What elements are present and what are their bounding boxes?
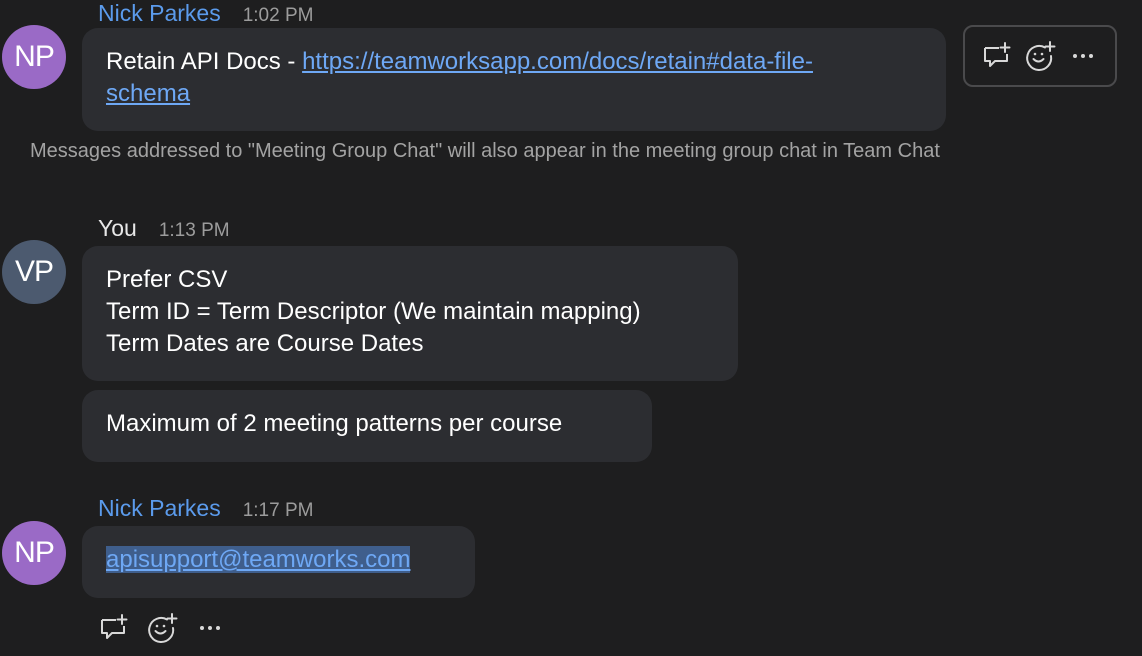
message-line: Term Dates are Course Dates (106, 330, 424, 357)
timestamp: 1:17 PM (242, 500, 314, 521)
message-header: Nick Parkes 1:17 PM (98, 495, 313, 522)
email-link[interactable]: apisupport@teamworks.com (106, 546, 411, 573)
message-text: Retain API Docs - (106, 48, 303, 75)
message-bubble[interactable]: Maximum of 2 meeting patterns per course (82, 390, 652, 462)
docs-link-continued[interactable]: schema (106, 80, 190, 107)
reply-thread-icon[interactable] (979, 38, 1015, 74)
avatar[interactable]: VP (2, 240, 66, 304)
add-reaction-icon[interactable] (1022, 38, 1058, 74)
message-actions-toolbar (96, 610, 228, 646)
message-bubble[interactable]: Retain API Docs - https://teamworksapp.c… (82, 28, 946, 131)
docs-link[interactable]: https://teamworksapp.com/docs/retain#dat… (302, 48, 813, 75)
avatar[interactable]: NP (2, 25, 66, 89)
message-text: Maximum of 2 meeting patterns per course (106, 410, 563, 437)
chat-panel: Nick Parkes 1:02 PM NP Retain API Docs -… (0, 0, 1142, 656)
sender-name: You (98, 215, 137, 241)
add-reaction-icon[interactable] (144, 610, 180, 646)
sender-name[interactable]: Nick Parkes (98, 0, 221, 27)
more-options-icon[interactable] (192, 610, 228, 646)
reply-thread-icon[interactable] (96, 610, 132, 646)
timestamp: 1:02 PM (242, 5, 314, 26)
timestamp: 1:13 PM (158, 220, 230, 241)
message-header: You 1:13 PM (98, 215, 230, 242)
message-bubble[interactable]: Prefer CSV Term ID = Term Descriptor (We… (82, 246, 738, 381)
message-line: Term ID = Term Descriptor (We maintain m… (106, 298, 641, 325)
system-note: Messages addressed to "Meeting Group Cha… (30, 140, 940, 162)
more-options-icon[interactable] (1065, 38, 1101, 74)
message-bubble[interactable]: apisupport@teamworks.com (82, 526, 475, 598)
message-actions-toolbar (963, 25, 1117, 87)
message-header: Nick Parkes 1:02 PM (98, 0, 313, 27)
avatar[interactable]: NP (2, 521, 66, 585)
sender-name[interactable]: Nick Parkes (98, 495, 221, 522)
message-line: Prefer CSV (106, 266, 228, 293)
